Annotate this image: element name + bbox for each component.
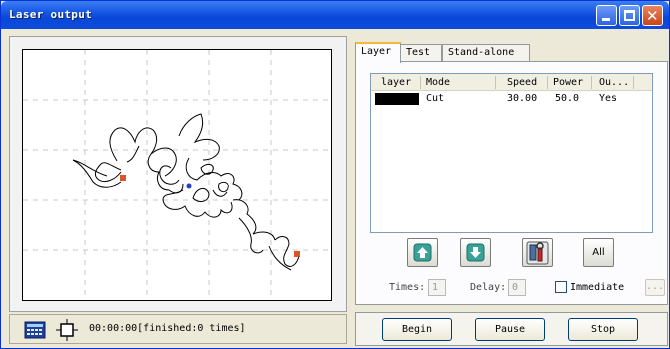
- times-label: Times:: [389, 282, 426, 293]
- status-text: 00:00:00[finished:0 times]: [89, 323, 246, 334]
- column-header-output[interactable]: Ou...: [599, 77, 629, 88]
- tools-icon: [526, 241, 549, 265]
- arrow-up-icon: [413, 243, 432, 262]
- column-header-layer[interactable]: layer: [381, 77, 411, 88]
- cut-path-outline: [72, 113, 300, 271]
- move-up-button[interactable]: [407, 238, 438, 267]
- all-button[interactable]: All: [583, 238, 614, 267]
- stop-button[interactable]: Stop: [568, 318, 638, 341]
- delay-label: Delay:: [470, 282, 507, 293]
- preview-graphic: [23, 50, 331, 300]
- times-input[interactable]: 1: [428, 279, 446, 296]
- cell-output: Yes: [599, 93, 618, 104]
- delay-input[interactable]: 0: [508, 279, 526, 296]
- cell-speed: 30.00: [507, 93, 538, 104]
- frame-boundary-icon[interactable]: [56, 319, 78, 341]
- output-options: Times: 1 Delay: 0 Immediate ...: [356, 277, 669, 299]
- column-divider: [591, 76, 592, 89]
- minimize-button[interactable]: [596, 5, 617, 26]
- pause-button[interactable]: Pause: [475, 318, 545, 341]
- control-bar: Begin Pause Stop: [355, 312, 668, 346]
- laser-output-window: Laser output ✕ 00:00:00[finished:0 times…: [0, 0, 670, 349]
- column-divider: [420, 76, 421, 89]
- immediate-checkbox[interactable]: [555, 281, 567, 293]
- status-bar: 00:00:00[finished:0 times]: [9, 314, 347, 344]
- column-divider: [495, 76, 496, 89]
- minimize-icon: [602, 18, 610, 21]
- immediate-label: Immediate: [570, 282, 625, 293]
- tab-stand-alone[interactable]: Stand-alone: [442, 44, 530, 62]
- preview-frame: [9, 36, 347, 312]
- maximize-icon: [624, 10, 635, 21]
- begin-button[interactable]: Begin: [382, 318, 452, 341]
- table-header: layer Mode Speed Power Ou...: [371, 74, 652, 91]
- layer-panel: layer Mode Speed Power Ou... Cut 30.00 5…: [355, 61, 668, 305]
- move-down-button[interactable]: [460, 238, 491, 267]
- table-row[interactable]: Cut 30.00 50.0 Yes: [371, 92, 652, 106]
- cell-power: 50.0: [555, 93, 580, 104]
- column-header-speed[interactable]: Speed: [507, 77, 537, 88]
- cell-mode: Cut: [426, 93, 445, 104]
- arrow-down-icon: [466, 243, 485, 262]
- origin-marker: [186, 183, 192, 189]
- layer-color-swatch: [375, 93, 419, 105]
- column-divider: [633, 76, 634, 89]
- more-options-button[interactable]: ...: [645, 279, 665, 296]
- calculator-icon[interactable]: [24, 319, 46, 341]
- layer-table: layer Mode Speed Power Ou... Cut 30.00 5…: [370, 73, 653, 233]
- column-header-mode[interactable]: Mode: [426, 77, 450, 88]
- start-marker: [120, 175, 126, 181]
- tab-layer[interactable]: Layer: [355, 42, 401, 63]
- preview-canvas[interactable]: [22, 49, 332, 301]
- layer-settings-button[interactable]: [522, 238, 553, 267]
- end-marker: [294, 251, 300, 257]
- maximize-button[interactable]: [619, 5, 640, 26]
- close-icon: ✕: [646, 7, 659, 25]
- close-button[interactable]: ✕: [642, 5, 663, 26]
- title-bar[interactable]: Laser output ✕: [1, 1, 669, 29]
- tab-test[interactable]: Test: [400, 44, 442, 62]
- window-title: Laser output: [9, 8, 93, 21]
- column-header-power[interactable]: Power: [553, 77, 583, 88]
- column-divider: [547, 76, 548, 89]
